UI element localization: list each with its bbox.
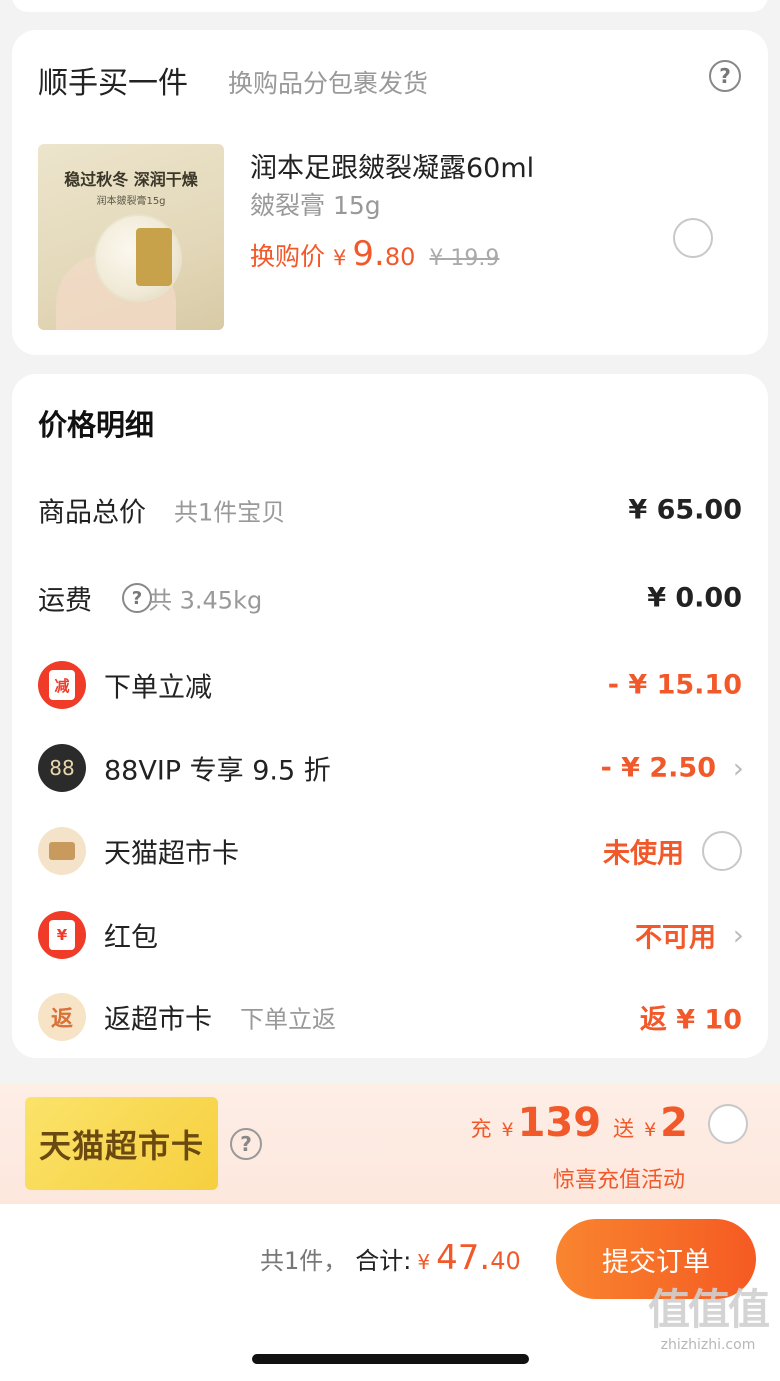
coupon-reduce-glyph: 减 [49,670,75,700]
row-shipping: 运费 ? 共 3.45kg ¥ 0.00 [12,568,768,628]
help-circle-icon[interactable]: ? [709,60,741,92]
order-total: 共1件， 合计: ¥ 47. 40 [260,1238,521,1278]
checkout-bar: 共1件， 合计: ¥ 47. 40 提交订单 值值值 zhizhizhi.com [0,1204,780,1381]
row-label: 下单立减 [104,672,212,704]
row-note: 下单立返 [240,1005,336,1034]
card-glyph [49,842,75,860]
row-label: 天猫超市卡 [104,838,239,870]
product-name[interactable]: 润本足跟皴裂凝露60ml [250,146,534,185]
row-supermarket-card[interactable]: 天猫超市卡 未使用 [12,821,768,881]
row-order-discount: 减 下单立减 - ¥ 15.10 [12,655,768,715]
vip-88-icon: 88 [38,744,86,792]
gift-amount: 2 [660,1100,688,1146]
total-integer: 47. [436,1238,491,1278]
price-integer: 9. [352,234,385,274]
row-value: ¥ 0.00 [647,582,742,614]
previous-section-card [12,0,768,12]
price-detail-title: 价格明细 [38,408,155,442]
recharge-caption: 惊喜充值活动 [552,1168,685,1193]
row-value: 返 ¥ 10 [639,1004,742,1036]
chevron-right-icon: › [732,918,744,952]
item-count: 共1件， [260,1247,348,1275]
jar-label-graphic [136,228,172,286]
help-circle-icon[interactable]: ? [230,1128,262,1160]
row-value: 不可用 [635,922,716,954]
price-decimal: 80 [384,243,416,271]
row-value: - ¥ 2.50 [600,752,716,784]
gift-currency: ¥ [644,1119,657,1141]
row-value: - ¥ 15.10 [607,669,742,701]
supermarket-card-icon [38,827,86,875]
recharge-select-radio[interactable] [708,1104,748,1144]
product-image-headline: 稳过秋冬 深润干燥 [64,170,198,189]
row-goods-total: 商品总价 共1件宝贝 ¥ 65.00 [12,480,768,540]
addon-title: 顺手买一件 [38,66,188,101]
cashback-icon: 返 [38,993,86,1041]
product-image-subtitle: 润本皴裂膏15g [96,196,166,207]
row-label: 红包 [104,922,158,954]
row-value: ¥ 65.00 [628,494,742,526]
row-label: 返超市卡 [104,1004,212,1036]
total-decimal: 40 [490,1247,521,1275]
red-packet-icon: ¥ [38,911,86,959]
recharge-offer: 充 ¥ 139 送 ¥ 2 [470,1100,688,1146]
row-label: 88VIP 专享 9.5 折 [104,755,331,787]
product-price-row: 换购价 ¥ 9. 80 ¥ 19.9 [250,234,499,274]
addon-select-radio[interactable] [673,218,713,258]
chevron-right-icon: › [732,751,744,785]
product-jar-graphic [94,214,182,302]
row-cashback-card: 返 返超市卡 下单立返 返 ¥ 10 [12,987,768,1047]
row-88vip[interactable]: 88 88VIP 专享 9.5 折 - ¥ 2.50 › [12,738,768,798]
price-currency: ¥ [333,246,347,270]
recharge-promo-band: 天猫超市卡 ? 充 ¥ 139 送 ¥ 2 惊喜充值活动 [0,1084,780,1204]
red-packet-glyph: ¥ [49,920,75,950]
row-label: 商品总价 [38,497,146,529]
recharge-amount: 139 [517,1100,602,1146]
gift-label: 送 [613,1117,635,1141]
watermark-url: zhizhizhi.com [660,1337,756,1353]
home-indicator[interactable] [252,1354,529,1364]
addon-purchase-card: 顺手买一件 换购品分包裹发货 ? 稳过秋冬 深润干燥 润本皴裂膏15g 润本足跟… [12,30,768,355]
product-image[interactable]: 稳过秋冬 深润干燥 润本皴裂膏15g [38,144,224,330]
addon-subtitle: 换购品分包裹发货 [228,69,429,98]
product-spec: 皴裂膏 15g [250,191,381,220]
supermarket-card-badge: 天猫超市卡 [25,1097,218,1190]
price-label: 换购价 [250,242,326,271]
row-label: 运费 [38,585,92,617]
recharge-currency: ¥ [501,1119,514,1141]
row-red-packet[interactable]: ¥ 红包 不可用 › [12,905,768,965]
row-value: 未使用 [603,838,684,870]
original-price: ¥ 19.9 [429,246,500,271]
watermark: 值值值 zhizhizhi.com [647,1276,770,1353]
row-note: 共1件宝贝 [174,498,286,527]
total-label: 合计: [355,1247,412,1275]
supermarket-card-radio[interactable] [702,831,742,871]
total-currency: ¥ [417,1250,431,1274]
recharge-label: 充 [470,1117,492,1141]
watermark-logo: 值值值 [647,1285,770,1334]
coupon-reduce-icon: 减 [38,661,86,709]
price-detail-card: 价格明细 商品总价 共1件宝贝 ¥ 65.00 运费 ? 共 3.45kg ¥ … [12,374,768,1058]
row-note: 共 3.45kg [148,586,263,615]
